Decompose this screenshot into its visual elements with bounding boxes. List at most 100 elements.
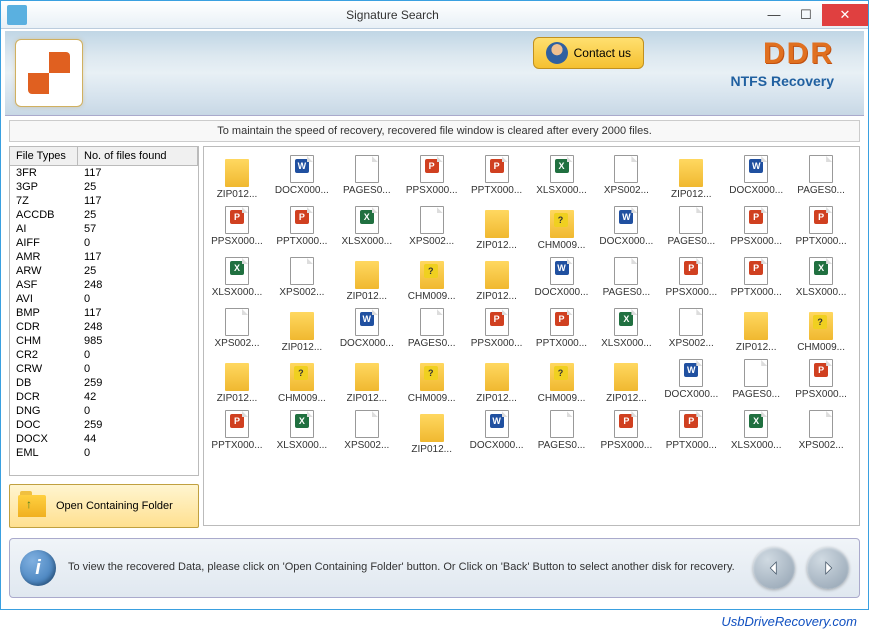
file-item[interactable]: PPPTX000... <box>792 204 850 253</box>
back-button[interactable] <box>753 547 795 589</box>
file-item[interactable]: WDOCX000... <box>468 408 526 457</box>
col-file-types[interactable]: File Types <box>10 147 78 165</box>
file-item[interactable]: ZIP012... <box>727 306 785 355</box>
file-item[interactable]: XXLSX000... <box>338 204 396 253</box>
table-row[interactable]: CRW0 <box>10 362 198 376</box>
file-item[interactable]: XPS002... <box>208 306 266 355</box>
file-item[interactable]: XPS002... <box>338 408 396 457</box>
file-item[interactable]: ?CHM009... <box>533 357 591 406</box>
table-row[interactable]: ASF248 <box>10 278 198 292</box>
file-item[interactable]: XXLSX000... <box>533 153 591 202</box>
table-row[interactable]: ACCDB25 <box>10 208 198 222</box>
file-item[interactable]: WDOCX000... <box>662 357 720 406</box>
close-button[interactable]: ✕ <box>822 4 868 26</box>
file-item[interactable]: PPPSX000... <box>403 153 461 202</box>
file-item[interactable]: ZIP012... <box>338 255 396 304</box>
file-item[interactable]: PAGES0... <box>727 357 785 406</box>
chm-icon: ? <box>420 261 444 289</box>
file-item[interactable]: PAGES0... <box>792 153 850 202</box>
table-row[interactable]: 3GP25 <box>10 180 198 194</box>
table-row[interactable]: AMR117 <box>10 250 198 264</box>
file-item[interactable]: PPPTX000... <box>662 408 720 457</box>
open-containing-folder-button[interactable]: Open Containing Folder <box>9 484 199 528</box>
file-item[interactable]: PAGES0... <box>533 408 591 457</box>
file-item[interactable]: ?CHM009... <box>533 204 591 253</box>
file-item[interactable]: WDOCX000... <box>727 153 785 202</box>
file-item[interactable]: ZIP012... <box>468 204 526 253</box>
file-item[interactable]: ZIP012... <box>273 306 331 355</box>
file-item[interactable]: ZIP012... <box>208 357 266 406</box>
file-item[interactable]: PPPSX000... <box>597 408 655 457</box>
file-item[interactable]: XXLSX000... <box>597 306 655 355</box>
file-item[interactable]: XXLSX000... <box>208 255 266 304</box>
file-item[interactable]: PAGES0... <box>403 306 461 355</box>
file-item[interactable]: PPPTX000... <box>208 408 266 457</box>
file-item[interactable]: PAGES0... <box>597 255 655 304</box>
table-row[interactable]: CR20 <box>10 348 198 362</box>
file-item[interactable]: XPS002... <box>403 204 461 253</box>
file-item[interactable]: PPPSX000... <box>662 255 720 304</box>
file-item[interactable]: PPPSX000... <box>468 306 526 355</box>
file-item[interactable]: ZIP012... <box>208 153 266 202</box>
file-item[interactable]: ?CHM009... <box>403 357 461 406</box>
file-item[interactable]: XPS002... <box>662 306 720 355</box>
table-row[interactable]: AI57 <box>10 222 198 236</box>
table-row[interactable]: EML0 <box>10 446 198 460</box>
file-item[interactable]: PAGES0... <box>662 204 720 253</box>
file-item[interactable]: PPPSX000... <box>727 204 785 253</box>
table-row[interactable]: 3FR117 <box>10 166 198 180</box>
file-label: PPSX000... <box>406 185 458 196</box>
file-grid-scroll[interactable]: ZIP012...WDOCX000...PAGES0...PPPSX000...… <box>208 153 855 519</box>
table-row[interactable]: CHM985 <box>10 334 198 348</box>
col-file-count[interactable]: No. of files found <box>78 147 198 165</box>
xls-icon: X <box>290 410 314 438</box>
file-item[interactable]: PAGES0... <box>338 153 396 202</box>
file-item[interactable]: ?CHM009... <box>792 306 850 355</box>
file-item[interactable]: WDOCX000... <box>533 255 591 304</box>
xls-icon: X <box>744 410 768 438</box>
file-item[interactable]: WDOCX000... <box>273 153 331 202</box>
table-row[interactable]: AVI0 <box>10 292 198 306</box>
file-label: ZIP012... <box>606 393 647 404</box>
file-item[interactable]: ZIP012... <box>468 255 526 304</box>
table-rows[interactable]: 3FR1173GP257Z117ACCDB25AI57AIFF0AMR117AR… <box>10 166 198 475</box>
file-item[interactable]: XXLSX000... <box>273 408 331 457</box>
file-item[interactable]: PPPTX000... <box>727 255 785 304</box>
file-item[interactable]: ZIP012... <box>468 357 526 406</box>
file-item[interactable]: ZIP012... <box>403 408 461 457</box>
next-button[interactable] <box>807 547 849 589</box>
minimize-button[interactable]: — <box>758 4 790 26</box>
file-item[interactable]: PPPTX000... <box>468 153 526 202</box>
file-item[interactable]: XPS002... <box>273 255 331 304</box>
table-row[interactable]: DOCX44 <box>10 432 198 446</box>
table-row[interactable]: DCR42 <box>10 390 198 404</box>
file-item[interactable]: ZIP012... <box>597 357 655 406</box>
file-item[interactable]: ZIP012... <box>338 357 396 406</box>
file-item[interactable]: WDOCX000... <box>338 306 396 355</box>
table-row[interactable]: BMP117 <box>10 306 198 320</box>
footer-link[interactable]: UsbDriveRecovery.com <box>0 610 869 629</box>
table-row[interactable]: DNG0 <box>10 404 198 418</box>
maximize-button[interactable]: ☐ <box>790 4 822 26</box>
file-item[interactable]: PPPTX000... <box>533 306 591 355</box>
file-item[interactable]: XPS002... <box>597 153 655 202</box>
table-row[interactable]: DB259 <box>10 376 198 390</box>
contact-us-button[interactable]: Contact us <box>533 37 644 69</box>
table-row[interactable]: AIFF0 <box>10 236 198 250</box>
file-item[interactable]: PPPTX000... <box>273 204 331 253</box>
table-row[interactable]: CDR248 <box>10 320 198 334</box>
cell-count: 57 <box>78 222 198 236</box>
table-row[interactable]: 7Z117 <box>10 194 198 208</box>
file-item[interactable]: WDOCX000... <box>597 204 655 253</box>
table-row[interactable]: ARW25 <box>10 264 198 278</box>
file-item[interactable]: XXLSX000... <box>727 408 785 457</box>
file-item[interactable]: PPPSX000... <box>792 357 850 406</box>
file-item[interactable]: ?CHM009... <box>273 357 331 406</box>
file-label: PAGES0... <box>797 185 845 196</box>
file-item[interactable]: ZIP012... <box>662 153 720 202</box>
file-item[interactable]: PPPSX000... <box>208 204 266 253</box>
file-item[interactable]: ?CHM009... <box>403 255 461 304</box>
table-row[interactable]: DOC259 <box>10 418 198 432</box>
file-item[interactable]: XXLSX000... <box>792 255 850 304</box>
file-item[interactable]: XPS002... <box>792 408 850 457</box>
